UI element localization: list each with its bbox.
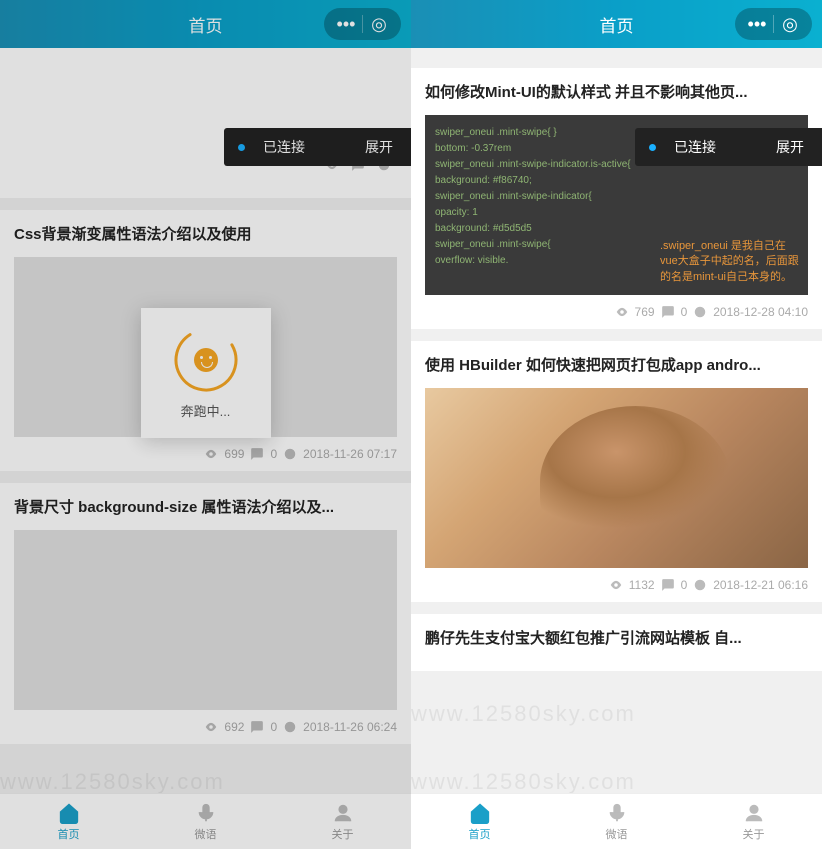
date-text: 2018-11-26 06:24 xyxy=(303,720,397,734)
capsule-divider xyxy=(362,15,363,33)
capsule-menu: ••• ◎ xyxy=(324,8,401,40)
card-title: 鹏仔先生支付宝大额红包推广引流网站模板 自... xyxy=(425,628,808,649)
comments-count: 0 xyxy=(681,305,688,319)
views-count: 692 xyxy=(224,720,244,734)
comments-count: 0 xyxy=(270,720,277,734)
date-text: 2018-12-21 06:16 xyxy=(713,578,808,592)
more-icon[interactable]: ••• xyxy=(743,10,771,38)
tab-home[interactable]: 首页 xyxy=(0,794,137,849)
comment-icon xyxy=(661,305,675,319)
clock-icon xyxy=(283,720,297,734)
views-count: 1132 xyxy=(629,578,655,592)
card-meta: 699 0 2018-11-26 07:17 xyxy=(14,447,397,461)
screen-left: www.12580sky.comwww.12580sky.comwww.1258… xyxy=(0,0,411,849)
header: 首页 ••• ◎ xyxy=(0,0,411,48)
eye-icon xyxy=(204,447,218,461)
target-icon[interactable]: ◎ xyxy=(776,10,804,38)
tab-bar: 首页 微语 关于 xyxy=(0,793,411,849)
tab-label: 关于 xyxy=(332,826,354,842)
more-icon[interactable]: ••• xyxy=(332,10,360,38)
comments-count: 0 xyxy=(270,447,277,461)
tab-weiyu[interactable]: 微语 xyxy=(548,794,685,849)
clock-icon xyxy=(693,578,707,592)
tab-about[interactable]: 关于 xyxy=(274,794,411,849)
comment-icon xyxy=(250,720,264,734)
tab-label: 关于 xyxy=(743,826,765,842)
toast-status-text: 已连接 xyxy=(263,137,305,157)
list-item[interactable]: 鹏仔先生支付宝大额红包推广引流网站模板 自... xyxy=(411,614,822,671)
date-text: 2018-12-28 04:10 xyxy=(713,305,808,319)
card-image xyxy=(14,530,397,710)
connection-toast[interactable]: 已连接 展开 xyxy=(224,128,411,166)
comment-icon xyxy=(250,447,264,461)
capsule-divider xyxy=(773,15,774,33)
card-meta: 692 0 2018-11-26 06:24 xyxy=(14,720,397,734)
card-meta: 769 0 2018-12-28 04:10 xyxy=(425,305,808,319)
views-count: 769 xyxy=(635,305,655,319)
views-count: 699 xyxy=(224,447,244,461)
status-dot-icon xyxy=(238,144,245,151)
page-title: 首页 xyxy=(189,12,223,37)
clock-icon xyxy=(283,447,297,461)
loading-overlay: 奔跑中... xyxy=(141,308,271,438)
card-title: 背景尺寸 background-size 属性语法介绍以及... xyxy=(14,497,397,518)
comments-count: 0 xyxy=(681,578,688,592)
tab-label: 首页 xyxy=(58,826,80,842)
tab-about[interactable]: 关于 xyxy=(685,794,822,849)
toast-status-text: 已连接 xyxy=(674,137,716,157)
spinner-icon xyxy=(171,325,241,395)
target-icon[interactable]: ◎ xyxy=(365,10,393,38)
page-title: 首页 xyxy=(600,12,634,37)
capsule-menu: ••• ◎ xyxy=(735,8,812,40)
card-title: 如何修改Mint-UI的默认样式 并且不影响其他页... xyxy=(425,82,808,103)
list-item[interactable]: 如何修改Mint-UI的默认样式 并且不影响其他页... swiper_oneu… xyxy=(411,68,822,329)
tab-label: 微语 xyxy=(606,826,628,842)
eye-icon xyxy=(615,305,629,319)
card-title: Css背景渐变属性语法介绍以及使用 xyxy=(14,224,397,245)
screen-right: www.12580sky.comwww.12580sky.comwww.1258… xyxy=(411,0,822,849)
eye-icon xyxy=(204,720,218,734)
list-item[interactable]: 使用 HBuilder 如何快速把网页打包成app andro... 1132 … xyxy=(411,341,822,602)
list-item[interactable]: 背景尺寸 background-size 属性语法介绍以及... 692 0 2… xyxy=(0,483,411,744)
connection-toast[interactable]: 已连接 展开 xyxy=(635,128,822,166)
card-image xyxy=(425,388,808,568)
eye-icon xyxy=(609,578,623,592)
card-title: 使用 HBuilder 如何快速把网页打包成app andro... xyxy=(425,355,808,376)
tab-home[interactable]: 首页 xyxy=(411,794,548,849)
toast-expand-button[interactable]: 展开 xyxy=(365,137,393,157)
loading-text: 奔跑中... xyxy=(181,401,231,420)
toast-expand-button[interactable]: 展开 xyxy=(776,137,804,157)
card-meta: 1132 0 2018-12-21 06:16 xyxy=(425,578,808,592)
code-annotation: .swiper_oneui 是我自己在vue大盒子中起的名，后面跟的名是mint… xyxy=(660,239,800,285)
header: 首页 ••• ◎ xyxy=(411,0,822,48)
clock-icon xyxy=(693,305,707,319)
smile-icon xyxy=(194,348,218,372)
comment-icon xyxy=(661,578,675,592)
tab-label: 微语 xyxy=(195,826,217,842)
tab-weiyu[interactable]: 微语 xyxy=(137,794,274,849)
status-dot-icon xyxy=(649,144,656,151)
list-item[interactable] xyxy=(0,48,411,198)
tab-bar: 首页 微语 关于 xyxy=(411,793,822,849)
tab-label: 首页 xyxy=(469,826,491,842)
date-text: 2018-11-26 07:17 xyxy=(303,447,397,461)
